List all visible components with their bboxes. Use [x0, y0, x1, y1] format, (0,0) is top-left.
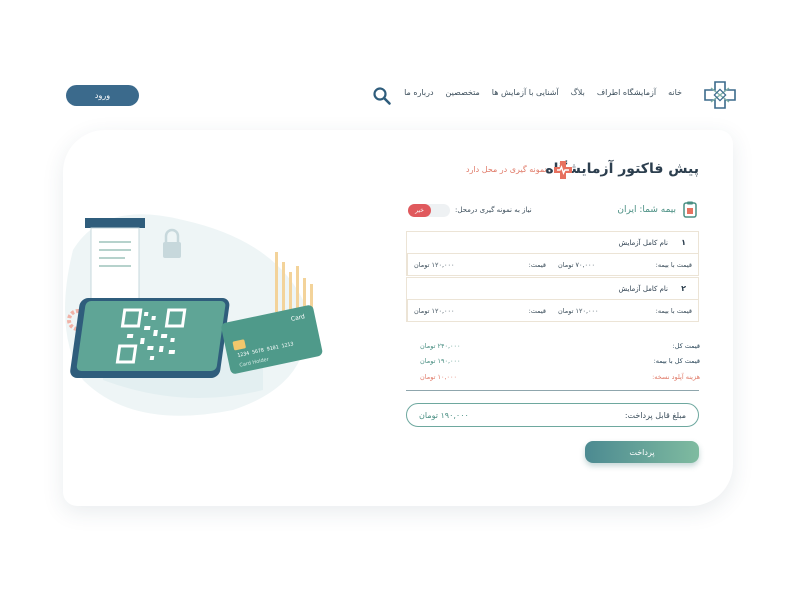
total-label: قیمت کل:	[672, 342, 700, 350]
search-icon[interactable]	[372, 86, 392, 106]
total-row: قیمت کل: ۲۴۰,۰۰۰ تومان	[420, 342, 700, 350]
total-value: ۲۴۰,۰۰۰ تومان	[420, 342, 461, 350]
nav-specialists[interactable]: متخصصین	[446, 88, 480, 97]
upload-fee-label: هزینه آپلود نسخه:	[652, 373, 700, 381]
toggle-state: خیر	[408, 204, 431, 217]
insurance-label: بیمه شما: ایران	[617, 205, 676, 215]
phone	[70, 298, 230, 378]
pay-button[interactable]: پرداخت	[585, 441, 699, 463]
receipt	[90, 227, 140, 309]
sampling-note: نمونه گیری در محل دارد	[466, 165, 547, 174]
test-header: ۲ نام کامل آزمایش	[406, 277, 699, 299]
nav-about[interactable]: درباره ما	[404, 88, 433, 97]
nav-tests-intro[interactable]: آشنایی با آزمایش ها	[492, 88, 559, 97]
price-label: قیمت:	[528, 260, 546, 269]
price-value: ۱۲۰,۰۰۰ تومان	[414, 260, 455, 269]
payable-value: ۱۹۰,۰۰۰ تومان	[419, 410, 469, 420]
payment-illustration: Card 1234 5678 9101 1213 Card Holder	[65, 214, 323, 416]
insurance-price-label: قیمت با بیمه:	[655, 260, 692, 269]
sampling-toggle[interactable]: خیر	[408, 204, 450, 217]
login-button[interactable]: ورود	[66, 85, 139, 106]
upload-fee-value: ۱۰,۰۰۰ تومان	[420, 373, 457, 381]
main-nav: خانه آزمایشگاه اطراف بلاگ آشنایی با آزما…	[404, 88, 682, 97]
test-row: قیمت: ۱۲۰,۰۰۰ تومان قیمت با بیمه: ۷۰,۰۰۰…	[406, 253, 699, 276]
upload-fee-row: هزینه آپلود نسخه: ۱۰,۰۰۰ تومان	[420, 373, 700, 381]
divider	[406, 390, 699, 391]
payable-box: مبلغ قابل پرداخت: ۱۹۰,۰۰۰ تومان	[406, 403, 699, 427]
insurance-price-label: قیمت با بیمه:	[655, 306, 692, 315]
total-insurance-label: قیمت کل با بیمه:	[653, 357, 700, 365]
nav-home[interactable]: خانه	[668, 88, 682, 97]
test-name: نام کامل آزمایش	[618, 285, 668, 293]
insurance-price-value: ۱۲۰,۰۰۰ تومان	[558, 306, 599, 315]
test-name: نام کامل آزمایش	[618, 239, 668, 247]
insurance-price-value: ۷۰,۰۰۰ تومان	[558, 260, 595, 269]
total-insurance-row: قیمت کل با بیمه: ۱۹۰,۰۰۰ تومان	[420, 357, 700, 365]
nav-blog[interactable]: بلاگ	[571, 88, 585, 97]
insurance-card-icon	[683, 201, 697, 218]
need-sampling-label: نیاز به نمونه گیری درمحل:	[455, 206, 532, 214]
test-number: ۱	[681, 238, 686, 247]
test-number: ۲	[681, 284, 686, 293]
test-header: ۱ نام کامل آزمایش	[406, 231, 699, 253]
medical-cross-logo-icon[interactable]	[703, 80, 737, 110]
payable-label: مبلغ قابل پرداخت:	[624, 410, 686, 420]
total-insurance-value: ۱۹۰,۰۰۰ تومان	[420, 357, 461, 365]
nav-nearby-labs[interactable]: آزمایشگاه اطراف	[597, 88, 656, 97]
test-row: قیمت: ۱۲۰,۰۰۰ تومان قیمت با بیمه: ۱۲۰,۰۰…	[406, 299, 699, 322]
price-label: قیمت:	[528, 306, 546, 315]
plus-icon	[554, 161, 572, 179]
price-value: ۱۲۰,۰۰۰ تومان	[414, 306, 455, 315]
